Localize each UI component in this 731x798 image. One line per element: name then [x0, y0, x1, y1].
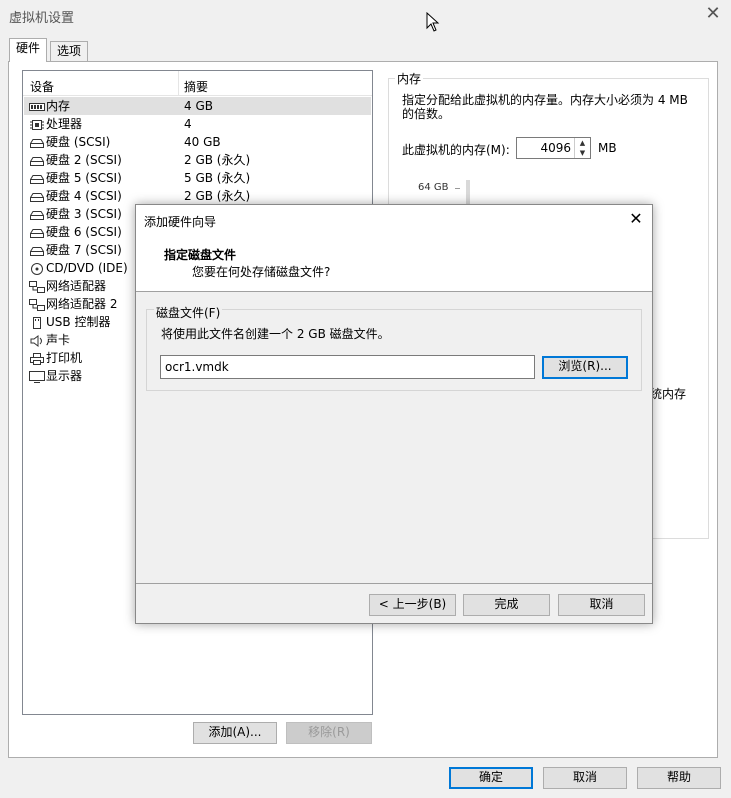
tab-hardware[interactable]: 硬件: [9, 38, 48, 62]
device-row[interactable]: 硬盘 (SCSI) 40 GB: [24, 133, 371, 151]
help-button[interactable]: 帮助: [637, 767, 721, 789]
spin-down-icon[interactable]: ▼: [575, 148, 590, 158]
column-summary[interactable]: 摘要: [184, 78, 208, 95]
column-device[interactable]: 设备: [30, 78, 54, 95]
device-row[interactable]: 硬盘 4 (SCSI) 2 GB (永久): [24, 187, 371, 205]
hard-disk-icon: [29, 172, 45, 184]
add-hardware-wizard-dialog: 添加硬件向导 ✕ 指定磁盘文件 您要在何处存储磁盘文件? 磁盘文件(F) 将使用…: [135, 204, 653, 624]
browse-button[interactable]: 浏览(R)...: [542, 356, 628, 379]
device-row[interactable]: 内存 4 GB: [24, 97, 371, 115]
device-name: 硬盘 7 (SCSI): [46, 243, 122, 257]
cancel-button[interactable]: 取消: [543, 767, 627, 789]
device-summary: 40 GB: [184, 135, 221, 149]
remove-device-button[interactable]: 移除(R): [286, 722, 372, 744]
device-row[interactable]: 硬盘 2 (SCSI) 2 GB (永久): [24, 151, 371, 169]
device-summary: 4: [184, 117, 192, 131]
spin-up-icon[interactable]: ▲: [575, 138, 590, 148]
device-summary: 2 GB (永久): [184, 189, 251, 203]
network-adapter-icon: [29, 280, 45, 293]
device-name: 声卡: [46, 333, 71, 347]
memory-scale-tick: [455, 188, 460, 189]
wizard-titlebar: 添加硬件向导 ✕: [136, 205, 652, 234]
memory-description: 指定分配给此虚拟机的内存量。内存大小必须为 4 MB 的倍数。: [402, 93, 688, 121]
memory-scale-label: 64 GB: [418, 182, 449, 193]
device-name: 打印机: [46, 351, 83, 365]
device-name: CD/DVD (IDE): [46, 261, 128, 275]
network-adapter-icon: [29, 298, 45, 311]
device-row[interactable]: 硬盘 5 (SCSI) 5 GB (永久): [24, 169, 371, 187]
device-name: 硬盘 (SCSI): [46, 135, 111, 149]
ok-button[interactable]: 确定: [449, 767, 533, 789]
wizard-subheading: 您要在何处存储磁盘文件?: [192, 265, 331, 279]
wizard-cancel-button[interactable]: 取消: [558, 594, 645, 616]
disk-file-info: 将使用此文件名创建一个 2 GB 磁盘文件。: [161, 327, 390, 341]
disk-filename-input[interactable]: ocr1.vmdk: [160, 355, 535, 379]
device-name: 处理器: [46, 117, 83, 131]
printer-icon: [29, 352, 45, 365]
device-name: 硬盘 3 (SCSI): [46, 207, 122, 221]
device-summary: 5 GB (永久): [184, 171, 251, 185]
hard-disk-icon: [29, 136, 45, 148]
wizard-heading: 指定磁盘文件: [164, 248, 237, 262]
memory-legend: 内存: [395, 70, 424, 87]
device-name: 硬盘 6 (SCSI): [46, 225, 122, 239]
finish-button[interactable]: 完成: [463, 594, 550, 616]
window-close-icon[interactable]: ✕: [705, 4, 721, 24]
hard-disk-icon: [29, 244, 45, 256]
memory-field-label: 此虚拟机的内存(M):: [402, 143, 510, 157]
device-name: 硬盘 5 (SCSI): [46, 171, 122, 185]
mouse-cursor-icon: [426, 11, 440, 35]
device-list-header: 设备 摘要: [23, 71, 372, 96]
memory-spinner[interactable]: ▲ ▼: [574, 138, 590, 158]
device-name: 网络适配器: [46, 279, 107, 293]
wizard-close-icon[interactable]: ✕: [628, 209, 644, 228]
device-name: USB 控制器: [46, 315, 111, 329]
hard-disk-icon: [29, 226, 45, 238]
add-device-button[interactable]: 添加(A)...: [193, 722, 277, 744]
device-summary: 4 GB: [184, 99, 213, 113]
column-separator: [178, 71, 179, 96]
tab-options[interactable]: 选项: [50, 41, 89, 61]
wizard-footer-divider: [136, 583, 652, 584]
back-button[interactable]: < 上一步(B): [369, 594, 456, 616]
wizard-header: 指定磁盘文件 您要在何处存储磁盘文件?: [136, 234, 652, 292]
hard-disk-icon: [29, 154, 45, 166]
memory-unit: MB: [598, 141, 617, 155]
sound-card-icon: [29, 334, 45, 347]
usb-icon: [29, 316, 45, 329]
disk-file-legend: 磁盘文件(F): [154, 304, 223, 321]
device-name: 网络适配器 2: [46, 297, 118, 311]
processor-icon: [29, 118, 45, 130]
device-row[interactable]: 处理器 4: [24, 115, 371, 133]
device-name: 显示器: [46, 369, 83, 383]
display-icon: [29, 370, 45, 383]
device-name: 内存: [46, 99, 71, 113]
wizard-title: 添加硬件向导: [144, 215, 217, 229]
device-name: 硬盘 4 (SCSI): [46, 189, 122, 203]
device-summary: 2 GB (永久): [184, 153, 251, 167]
hard-disk-icon: [29, 190, 45, 202]
hard-disk-icon: [29, 208, 45, 220]
cd-dvd-icon: [29, 262, 45, 275]
window-title: 虚拟机设置: [9, 11, 75, 26]
memory-icon: [29, 100, 45, 112]
device-name: 硬盘 2 (SCSI): [46, 153, 122, 167]
